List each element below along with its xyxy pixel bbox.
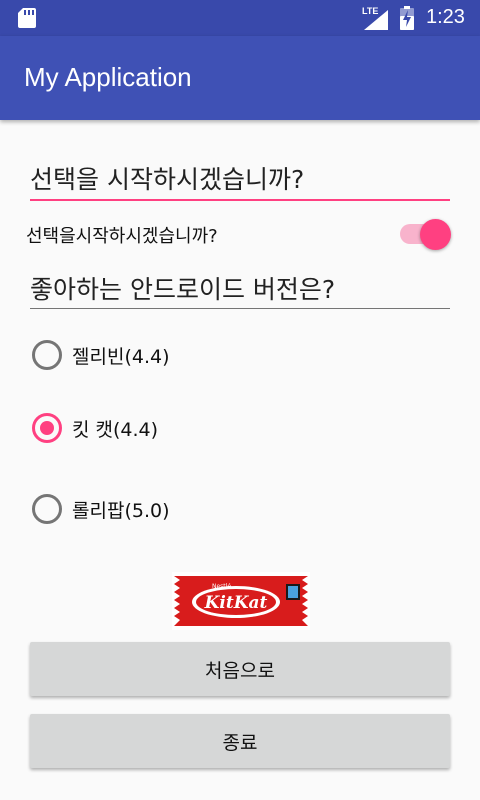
restart-button[interactable]: 처음으로 bbox=[30, 642, 450, 696]
radio-option-lollipop[interactable]: 롤리팝(5.0) bbox=[32, 492, 169, 526]
radio-dot bbox=[40, 421, 54, 435]
sd-card-icon bbox=[18, 8, 36, 28]
app-title: My Application bbox=[24, 62, 192, 92]
status-bar: LTE 1:23 bbox=[0, 0, 480, 36]
nestle-logo-text: Nestlé bbox=[212, 583, 231, 590]
radio-button-checked[interactable] bbox=[32, 413, 62, 443]
start-switch-thumb[interactable] bbox=[420, 219, 451, 250]
question-1-underline bbox=[30, 199, 450, 201]
radio-button-unchecked[interactable] bbox=[32, 340, 62, 370]
battery-icon bbox=[400, 6, 414, 30]
radio-button-unchecked[interactable] bbox=[32, 494, 62, 524]
exit-button[interactable]: 종료 bbox=[30, 714, 450, 768]
app-bar: My Application bbox=[0, 36, 480, 120]
clock: 1:23 bbox=[426, 6, 465, 28]
radio-option-jellybean[interactable]: 젤리빈(4.4) bbox=[32, 338, 169, 372]
question-2-field[interactable]: 좋아하는 안드로이드 버전은? bbox=[30, 270, 335, 306]
kitkat-image: KitKat Nestlé bbox=[172, 572, 310, 630]
radio-label: 킷 캣(4.4) bbox=[72, 418, 159, 441]
radio-option-kitkat[interactable]: 킷 캣(4.4) bbox=[32, 411, 158, 445]
radio-label: 롤리팝(5.0) bbox=[72, 499, 170, 522]
radio-label: 젤리빈(4.4) bbox=[72, 345, 170, 368]
question-1-field[interactable]: 선택을 시작하시겠습니까? bbox=[30, 160, 450, 202]
question-2-underline bbox=[30, 308, 450, 309]
kitkat-logo-text: KitKat bbox=[204, 593, 268, 613]
switch-label: 선택을시작하시겠습니까? bbox=[26, 226, 218, 247]
signal-icon bbox=[364, 10, 388, 30]
